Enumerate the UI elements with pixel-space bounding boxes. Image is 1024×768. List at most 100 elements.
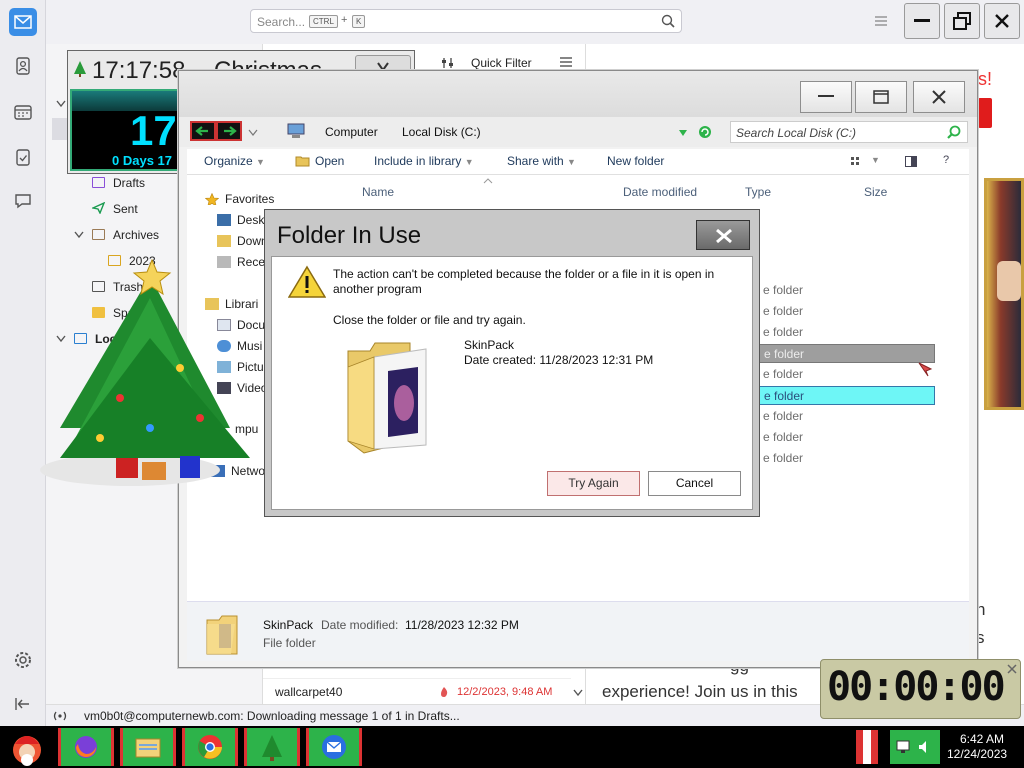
chevron-down-icon[interactable] — [74, 231, 84, 239]
explorer-search-box[interactable]: Search Local Disk (C:) — [730, 121, 968, 143]
search-input[interactable]: Search... — [257, 15, 305, 29]
warning-icon — [288, 265, 326, 298]
thunderbird-icon — [322, 735, 346, 759]
tray-date[interactable]: 12/24/2023 — [947, 747, 1007, 761]
search-icon — [661, 14, 675, 28]
help-icon[interactable]: ? — [943, 154, 949, 166]
chevron-down-icon[interactable] — [248, 129, 258, 137]
col-name[interactable]: Name — [362, 185, 394, 199]
close-icon[interactable] — [1007, 664, 1017, 674]
gear-icon — [15, 652, 31, 668]
chat-button[interactable] — [9, 187, 37, 215]
minimize-icon — [914, 19, 930, 22]
calendar-button[interactable] — [9, 98, 37, 126]
file-row-type-hover[interactable]: e folder — [759, 386, 935, 405]
mail-space-button[interactable] — [9, 8, 37, 36]
folder-in-use-dialog: Folder In Use The action can't be comple… — [264, 209, 760, 517]
details-date-label: Date modified: — [321, 618, 399, 632]
unified-toolbar: Search... CTRL + K — [46, 0, 1024, 44]
taskbar-christmas-app[interactable] — [244, 728, 300, 766]
cancel-button[interactable]: Cancel — [648, 471, 741, 496]
open-button[interactable]: Open — [295, 154, 344, 168]
file-row-type-selected[interactable]: e folder — [759, 344, 935, 363]
back-button[interactable] — [190, 121, 216, 141]
col-date-modified[interactable]: Date modified — [623, 185, 697, 199]
explorer-close-button[interactable] — [913, 81, 965, 113]
dialog-close-button[interactable] — [696, 220, 750, 250]
nav-desktop[interactable]: Deskt — [217, 211, 268, 229]
breadcrumb-computer[interactable]: Computer — [325, 125, 378, 139]
kbd-plus: + — [341, 14, 348, 26]
embedded-photo — [984, 178, 1024, 410]
arrow-left-icon — [195, 126, 208, 136]
calendar-icon — [14, 105, 32, 120]
search-icon — [947, 125, 961, 139]
col-type[interactable]: Type — [745, 185, 771, 199]
tb-close-button[interactable] — [984, 3, 1020, 39]
file-row-type[interactable]: e folder — [759, 281, 935, 300]
dialog-title: Folder In Use — [277, 222, 422, 249]
taskbar-explorer[interactable] — [120, 728, 176, 766]
message-row[interactable]: wallcarpet40 12/2/2023, 9:48 AM — [263, 678, 571, 704]
dialog-item-date: Date created: 11/28/2023 12:31 PM — [464, 353, 654, 367]
minimize-icon — [818, 95, 834, 97]
collapse-spaces-button[interactable] — [9, 690, 37, 718]
view-options-icon[interactable] — [851, 157, 863, 167]
folder-drafts[interactable]: Drafts — [92, 173, 145, 193]
preview-pane-icon[interactable] — [905, 156, 917, 168]
forward-button[interactable] — [216, 121, 242, 141]
tasks-button[interactable] — [9, 143, 37, 171]
nav-favorites[interactable]: Favorites — [205, 190, 274, 208]
explorer-minimize-button[interactable] — [800, 81, 852, 113]
taskbar-chrome[interactable] — [182, 728, 238, 766]
tb-minimize-button[interactable] — [904, 3, 940, 39]
start-button[interactable] — [6, 728, 48, 766]
folder-sent[interactable]: Sent — [90, 199, 138, 219]
folder-archives[interactable]: Archives — [92, 225, 159, 245]
file-row-type[interactable]: e folder — [759, 365, 935, 384]
chevron-down-icon[interactable] — [573, 689, 583, 697]
organize-menu[interactable]: Organize ▼ — [204, 154, 265, 168]
new-folder-button[interactable]: New folder — [607, 154, 664, 168]
tray-time[interactable]: 6:42 AM — [960, 732, 1004, 746]
nav-downloads[interactable]: Down — [217, 232, 268, 250]
breadcrumb-local-disk[interactable]: Local Disk (C:) — [402, 125, 481, 139]
taskbar-thunderbird[interactable] — [306, 728, 362, 766]
file-row-type[interactable]: e folder — [759, 449, 935, 468]
explorer-maximize-button[interactable] — [855, 81, 907, 113]
tb-restore-button[interactable] — [944, 3, 980, 39]
share-with-menu[interactable]: Share with ▼ — [507, 154, 576, 168]
settings-button[interactable] — [9, 646, 37, 674]
tree-icon — [74, 61, 86, 77]
include-in-library-menu[interactable]: Include in library ▼ — [374, 154, 474, 168]
close-icon — [716, 228, 732, 244]
app-menu-icon[interactable] — [874, 15, 888, 27]
details-kind: File folder — [263, 636, 316, 650]
volume-icon — [919, 741, 926, 753]
col-size[interactable]: Size — [864, 185, 887, 199]
chevron-down-icon[interactable] — [678, 129, 688, 137]
list-options-icon[interactable] — [559, 56, 573, 68]
taskbar-firefox[interactable] — [58, 728, 114, 766]
explorer-title-bar[interactable] — [179, 71, 977, 117]
online-status-icon[interactable] — [52, 710, 68, 722]
file-row-type[interactable]: e folder — [759, 407, 935, 426]
view-dropdown-arrow[interactable]: ▼ — [871, 155, 880, 165]
file-row-type[interactable]: e folder — [759, 302, 935, 321]
taskbar: 6:42 AM 12/24/2023 — [0, 726, 1024, 768]
chrome-icon — [198, 735, 222, 759]
file-row-type[interactable]: e folder — [759, 428, 935, 447]
address-book-button[interactable] — [9, 52, 37, 80]
timer-display: 00:00:00 — [827, 664, 1006, 710]
details-pane: SkinPack Date modified: 11/28/2023 12:32… — [187, 601, 969, 661]
dialog-item-name: SkinPack — [464, 338, 515, 352]
kbd-k: K — [352, 15, 366, 28]
try-again-button[interactable]: Try Again — [547, 471, 640, 496]
global-search-box[interactable]: Search... CTRL + K — [250, 9, 682, 33]
red-banner-button[interactable] — [978, 98, 992, 128]
refresh-icon[interactable] — [698, 125, 712, 139]
explorer-search-input[interactable]: Search Local Disk (C:) — [736, 126, 856, 140]
file-row-type[interactable]: e folder — [759, 323, 935, 342]
tray-icons[interactable] — [890, 730, 940, 764]
chevron-down-icon[interactable] — [56, 100, 66, 108]
